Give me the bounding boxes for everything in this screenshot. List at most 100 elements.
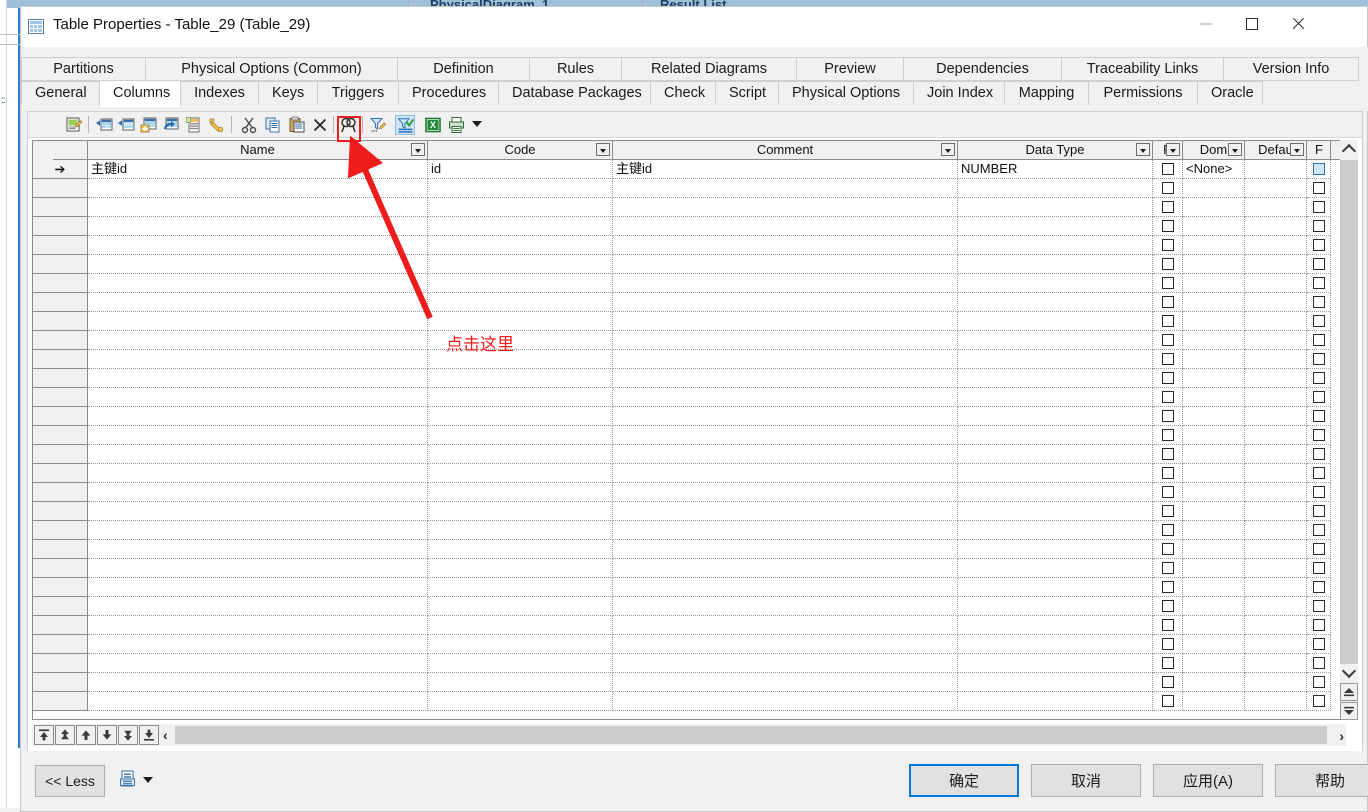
cell-defau[interactable]	[1245, 236, 1307, 255]
cell-comment[interactable]	[613, 483, 958, 502]
checkbox-cell-f[interactable]	[1307, 426, 1331, 445]
checkbox[interactable]	[1161, 638, 1174, 650]
tab-indexes[interactable]: Indexes	[180, 81, 259, 105]
cell-name[interactable]	[88, 217, 428, 236]
checkbox-cell-p[interactable]	[1153, 369, 1183, 388]
column-filter-dropdown[interactable]	[1228, 143, 1242, 156]
checkbox[interactable]	[1312, 562, 1325, 574]
cell-defau[interactable]	[1245, 217, 1307, 236]
tab-join-index[interactable]: Join Index	[913, 81, 1005, 105]
checkbox[interactable]	[1161, 239, 1174, 251]
cell-dom[interactable]	[1183, 445, 1245, 464]
cell-code[interactable]	[428, 578, 613, 597]
cell-name[interactable]	[88, 407, 428, 426]
cell-dom[interactable]	[1183, 692, 1245, 711]
cell-comment[interactable]	[613, 217, 958, 236]
cell-name[interactable]	[88, 445, 428, 464]
scroll-up-button[interactable]	[1340, 140, 1358, 159]
checkbox-cell-p[interactable]	[1153, 578, 1183, 597]
move-up-button[interactable]	[76, 725, 96, 745]
cell-defau[interactable]	[1245, 426, 1307, 445]
row-header-cell[interactable]	[33, 597, 88, 616]
tab-permissions[interactable]: Permissions	[1088, 81, 1198, 105]
table-row[interactable]	[33, 388, 1349, 407]
checkbox[interactable]	[1161, 581, 1174, 593]
cell-code[interactable]	[428, 616, 613, 635]
insert-row-icon[interactable]	[95, 115, 115, 135]
tab-physical-options[interactable]: Physical Options	[778, 81, 914, 105]
cell-comment[interactable]	[613, 236, 958, 255]
cell-data-type[interactable]	[958, 540, 1153, 559]
checkbox-cell-p[interactable]	[1153, 160, 1183, 179]
checkbox[interactable]	[1312, 334, 1325, 346]
checkbox-cell-f[interactable]	[1307, 217, 1331, 236]
column-filter-dropdown[interactable]	[941, 143, 955, 156]
minimize-button[interactable]	[1183, 7, 1229, 40]
ok-button[interactable]: 确定	[909, 764, 1019, 797]
cell-code[interactable]	[428, 293, 613, 312]
cell-dom[interactable]	[1183, 540, 1245, 559]
tab-traceability-links[interactable]: Traceability Links	[1061, 57, 1224, 81]
row-header-cell[interactable]	[33, 350, 88, 369]
table-row[interactable]	[33, 616, 1349, 635]
checkbox[interactable]	[1161, 372, 1174, 384]
checkbox-cell-p[interactable]	[1153, 407, 1183, 426]
cell-dom[interactable]	[1183, 179, 1245, 198]
tab-script[interactable]: Script	[715, 81, 779, 105]
cell-comment[interactable]: 主键id	[613, 160, 958, 179]
cell-name[interactable]	[88, 502, 428, 521]
cell-data-type[interactable]	[958, 350, 1153, 369]
checkbox[interactable]	[1161, 220, 1174, 232]
checkbox-cell-f[interactable]	[1307, 692, 1331, 711]
cell-dom[interactable]	[1183, 350, 1245, 369]
cell-name[interactable]	[88, 635, 428, 654]
cell-data-type[interactable]	[958, 445, 1153, 464]
close-button[interactable]	[1275, 7, 1321, 40]
apply-filter-icon[interactable]	[395, 115, 415, 135]
checkbox-cell-f[interactable]	[1307, 274, 1331, 293]
row-header-cell[interactable]	[33, 312, 88, 331]
checkbox[interactable]	[1161, 410, 1174, 422]
scroll-right-icon[interactable]: ›	[1339, 728, 1344, 744]
cell-name[interactable]	[88, 293, 428, 312]
checkbox-cell-p[interactable]	[1153, 350, 1183, 369]
cell-data-type[interactable]	[958, 616, 1153, 635]
cell-code[interactable]	[428, 521, 613, 540]
cell-code[interactable]	[428, 464, 613, 483]
row-header-cell[interactable]	[33, 407, 88, 426]
checkbox[interactable]	[1312, 163, 1325, 175]
cell-defau[interactable]	[1245, 312, 1307, 331]
row-header-cell[interactable]	[33, 616, 88, 635]
checkbox-cell-f[interactable]	[1307, 369, 1331, 388]
checkbox-cell-p[interactable]	[1153, 198, 1183, 217]
scroll-left-icon[interactable]: ‹	[163, 727, 168, 743]
cell-dom[interactable]	[1183, 483, 1245, 502]
cell-defau[interactable]	[1245, 179, 1307, 198]
row-header-cell[interactable]	[33, 293, 88, 312]
tab-general[interactable]: General	[21, 81, 100, 105]
cell-code[interactable]	[428, 407, 613, 426]
page-up-button[interactable]	[1340, 683, 1358, 701]
cell-code[interactable]	[428, 255, 613, 274]
cell-defau[interactable]	[1245, 331, 1307, 350]
checkbox[interactable]	[1312, 182, 1325, 194]
cell-defau[interactable]	[1245, 445, 1307, 464]
checkbox-cell-p[interactable]	[1153, 597, 1183, 616]
checkbox-cell-f[interactable]	[1307, 635, 1331, 654]
checkbox[interactable]	[1312, 429, 1325, 441]
checkbox-cell-f[interactable]	[1307, 540, 1331, 559]
cell-comment[interactable]	[613, 179, 958, 198]
table-row[interactable]	[33, 654, 1349, 673]
checkbox-cell-p[interactable]	[1153, 654, 1183, 673]
print-icon[interactable]	[447, 115, 467, 135]
tab-triggers[interactable]: Triggers	[317, 81, 399, 105]
table-row[interactable]	[33, 331, 1349, 350]
table-row[interactable]	[33, 483, 1349, 502]
table-row[interactable]	[33, 236, 1349, 255]
grid-header-comment[interactable]: Comment	[613, 141, 958, 159]
cell-defau[interactable]	[1245, 255, 1307, 274]
checkbox-cell-f[interactable]	[1307, 179, 1331, 198]
row-header-cell[interactable]	[33, 464, 88, 483]
table-row[interactable]	[33, 179, 1349, 198]
cell-code[interactable]	[428, 312, 613, 331]
